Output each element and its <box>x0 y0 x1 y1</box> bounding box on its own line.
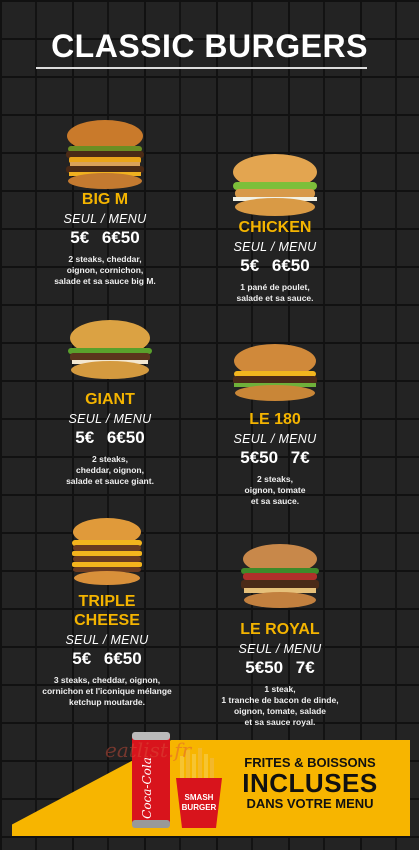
menu-item-le-180: LE 180 SEUL / MENU 5€50 7€ 2 steaks, oign… <box>200 342 350 507</box>
item-description: 2 steaks, cheddar, oignon, salade et sauce… <box>66 454 154 486</box>
item-name: GIANT <box>85 391 135 408</box>
item-price: 5€ 6€50 <box>72 649 142 668</box>
seul-menu-label: SEUL / MENU <box>68 412 152 426</box>
burger-image <box>233 344 317 401</box>
menu-item-chicken: CHICKEN SEUL / MENU 5€ 6€50 1 pané de po… <box>200 152 350 304</box>
item-description: 2 steaks, cheddar, oignon, cornichon, sala… <box>54 254 156 286</box>
menu-item-big-m: BIG M SEUL / MENU 5€ 6€50 2 steaks, ched… <box>30 118 180 287</box>
item-name: TRIPLE CHEESE <box>74 593 140 629</box>
fries-label-line1: SMASH <box>185 793 214 802</box>
seul-menu-label: SEUL / MENU <box>238 642 322 656</box>
watermark: eatlist.fr <box>105 738 192 762</box>
banner-line-2: INCLUSES <box>242 768 378 798</box>
title-underline <box>36 67 367 69</box>
burger-image <box>66 120 144 189</box>
menu-item-giant: GIANT SEUL / MENU 5€ 6€50 2 steaks, chedd… <box>35 318 185 487</box>
burger-image <box>241 544 319 608</box>
seul-menu-label: SEUL / MENU <box>63 212 147 226</box>
item-name: LE ROYAL <box>240 621 320 638</box>
page-title: CLASSIC BURGERS <box>51 28 368 64</box>
banner-line-3: DANS VOTRE MENU <box>246 796 374 811</box>
item-price: 5€ 6€50 <box>240 256 310 275</box>
menu-item-le-royal: LE ROYAL SEUL / MENU 5€50 7€ 1 steak, 1 t… <box>205 542 355 728</box>
item-price: 5€ 6€50 <box>75 428 145 447</box>
menu-item-triple-cheese: TRIPLE CHEESE SEUL / MENU 5€ 6€50 3 steak… <box>22 516 192 708</box>
burger-image <box>233 154 317 216</box>
item-price: 5€50 7€ <box>245 658 315 677</box>
item-description: 1 pané de poulet, salade et sa sauce. <box>236 282 314 303</box>
burger-image <box>68 320 152 379</box>
seul-menu-label: SEUL / MENU <box>233 432 317 446</box>
seul-menu-label: SEUL / MENU <box>65 633 149 647</box>
item-name: BIG M <box>81 191 129 208</box>
seul-menu-label: SEUL / MENU <box>233 240 317 254</box>
item-name: LE 180 <box>249 411 301 428</box>
item-description: 1 steak, 1 tranche de bacon de dinde, oign… <box>221 684 339 727</box>
item-description: 3 steaks, cheddar, oignon, cornichon et l… <box>42 675 172 707</box>
item-name: CHICKEN <box>238 219 312 236</box>
fries-label-line2: BURGER <box>182 803 217 812</box>
item-description: 2 steaks, oignon, tomate et sa sauce. <box>244 474 306 506</box>
item-price: 5€50 7€ <box>240 448 310 467</box>
can-label: Coca-Cola <box>140 757 154 819</box>
burger-image <box>72 518 142 585</box>
item-price: 5€ 6€50 <box>70 228 140 247</box>
promo-banner-text: FRITES & BOISSONS INCLUSES DANS VOTRE ME… <box>225 755 395 811</box>
